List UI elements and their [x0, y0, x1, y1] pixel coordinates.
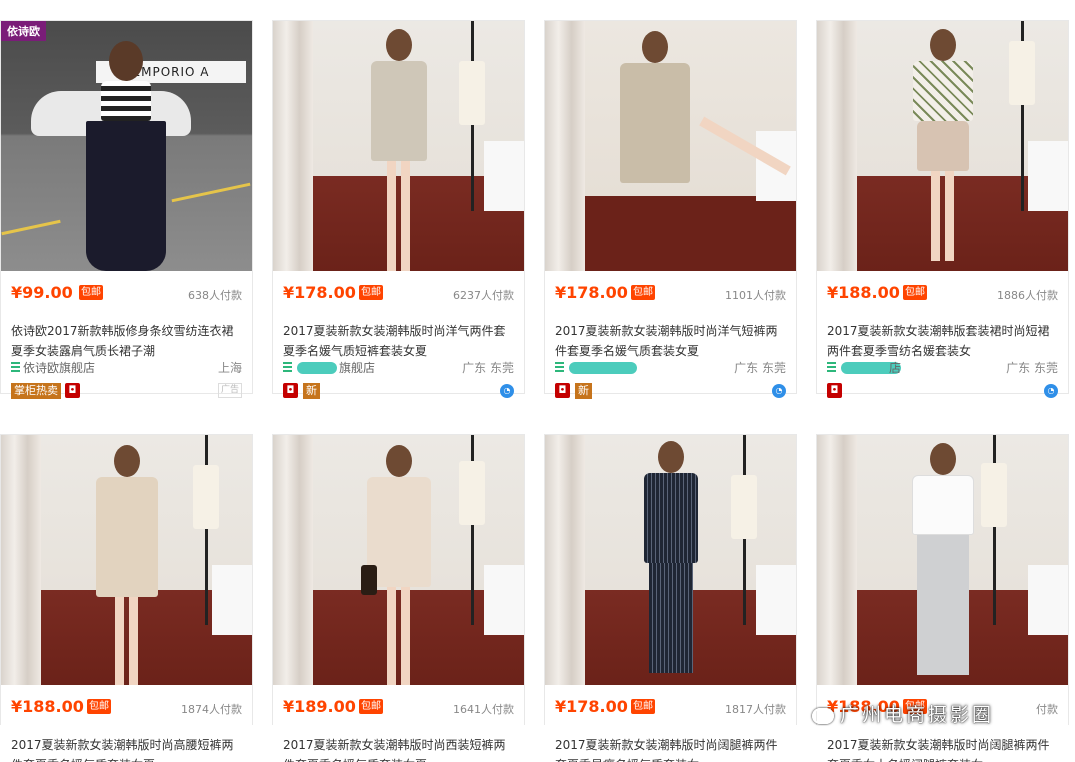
location: 广东 东莞 — [462, 361, 514, 375]
product-photo[interactable]: EMPORIO A 依诗欧 — [1, 21, 252, 271]
model-figure — [86, 41, 166, 271]
shop-row: 店 广东 东莞 — [827, 359, 1058, 377]
product-card[interactable]: ¥188.00 包邮 1886人付款 2017夏装新款女装潮韩版套装裙时尚短裙两… — [816, 20, 1069, 398]
product-title[interactable]: 2017夏装新款女装潮韩版时尚阔腿裤两件套夏季显瘦名媛气质套装女 — [555, 735, 788, 762]
shop-icon — [827, 362, 836, 372]
shop-icon — [283, 362, 292, 372]
product-title[interactable]: 2017夏装新款女装潮韩版套装裙时尚短裙两件套夏季雪纺名媛套装女 — [827, 321, 1060, 361]
product-title[interactable]: 2017夏装新款女装潮韩版时尚阔腿裤两件套夏季女士名媛阔腿裤套装女 — [827, 735, 1060, 762]
shop-icon — [11, 362, 20, 372]
badge-row: 掌柜热卖 ◘ 广告 — [11, 383, 242, 401]
product-photo[interactable] — [817, 435, 1068, 685]
badge-row: ◘ ◔ — [827, 383, 1058, 401]
product-card[interactable]: ¥178.00 包邮 1101人付款 2017夏装新款女装潮韩版时尚洋气短裤两件… — [544, 20, 797, 399]
product-photo[interactable] — [1, 435, 252, 685]
tmall-icon[interactable]: ◘ — [555, 383, 570, 398]
shop-name[interactable]: 店 — [889, 359, 901, 376]
watermark: 广州电商摄影圈 — [812, 700, 1057, 730]
road-line — [1, 219, 61, 236]
new-badge: 新 — [303, 383, 320, 399]
product-card[interactable]: ¥188.00 包邮 付款 2017夏装新款女装潮韩版时尚阔腿裤两件套夏季女士名… — [816, 434, 1069, 762]
model-figure — [370, 29, 427, 271]
hot-seller-badge: 掌柜热卖 — [11, 383, 61, 399]
product-card[interactable]: ¥178.00 包邮 1817人付款 2017夏装新款女装潮韩版时尚阔腿裤两件套… — [544, 434, 797, 762]
shop-row: 依诗欧旗舰店 上海 — [11, 359, 242, 377]
shop-row: 旗舰店 广东 东莞 — [283, 359, 514, 377]
product-photo[interactable] — [545, 435, 796, 685]
product-card[interactable]: EMPORIO A 依诗欧 ¥99.00 包邮 638人付款 依诗欧2017新款… — [0, 20, 253, 399]
location: 广东 东莞 — [734, 361, 786, 375]
redacted-mark — [569, 362, 637, 374]
model-figure — [911, 443, 974, 675]
product-photo[interactable] — [545, 21, 796, 271]
handbag — [361, 565, 377, 595]
wangwang-chat-icon[interactable]: ◔ — [500, 384, 514, 398]
tmall-icon[interactable]: ◘ — [65, 383, 80, 398]
redacted-mark — [297, 362, 337, 374]
model-figure — [643, 441, 698, 673]
tmall-icon[interactable]: ◘ — [283, 383, 298, 398]
location: 上海 — [217, 361, 242, 375]
product-title[interactable]: 2017夏装新款女装潮韩版时尚洋气两件套夏季名媛气质短裤套装女夏 — [283, 321, 516, 361]
brand-tag: 依诗欧 — [1, 21, 46, 41]
product-photo[interactable] — [817, 21, 1068, 271]
road-line — [171, 182, 251, 203]
badge-row: ◘ 新 ◔ — [555, 383, 786, 401]
model-figure — [95, 445, 158, 685]
shop-name[interactable]: 旗舰店 — [339, 359, 375, 376]
tmall-icon[interactable]: ◘ — [827, 383, 842, 398]
product-card[interactable]: ¥178.00 包邮 6237人付款 2017夏装新款女装潮韩版时尚洋气两件套夏… — [272, 20, 525, 399]
location: 广东 东莞 — [1006, 361, 1058, 375]
shop-row: 广东 东莞 — [555, 359, 786, 377]
model-figure — [912, 29, 973, 261]
new-badge: 新 — [575, 383, 592, 399]
wangwang-chat-icon[interactable]: ◔ — [1044, 384, 1058, 398]
watermark-text: 广州电商摄影圈 — [840, 704, 995, 726]
product-title[interactable]: 依诗欧2017新款韩版修身条纹雪纺连衣裙夏季女装露肩气质长裙子潮 — [11, 321, 244, 361]
badge-row: ◘ 新 ◔ — [283, 383, 514, 401]
wangwang-chat-icon[interactable]: ◔ — [772, 384, 786, 398]
product-photo[interactable] — [273, 435, 524, 685]
shop-icon — [555, 362, 564, 372]
product-title[interactable]: 2017夏装新款女装潮韩版时尚高腰短裤两件套夏季名媛气质套装女夏 — [11, 735, 244, 762]
shop-name[interactable]: 依诗欧旗舰店 — [23, 359, 95, 376]
product-card[interactable]: ¥188.00 包邮 1874人付款 2017夏装新款女装潮韩版时尚高腰短裤两件… — [0, 434, 253, 762]
ad-tag: 广告 — [217, 383, 242, 398]
product-card[interactable]: ¥189.00 包邮 1641人付款 2017夏装新款女装潮韩版时尚西装短裤两件… — [272, 434, 525, 762]
product-photo[interactable] — [273, 21, 524, 271]
wechat-icon — [812, 707, 834, 724]
product-title[interactable]: 2017夏装新款女装潮韩版时尚洋气短裤两件套夏季名媛气质套装女夏 — [555, 321, 788, 361]
product-title[interactable]: 2017夏装新款女装潮韩版时尚西装短裤两件套夏季名媛气质套装女夏 — [283, 735, 516, 762]
model-figure — [620, 31, 690, 183]
